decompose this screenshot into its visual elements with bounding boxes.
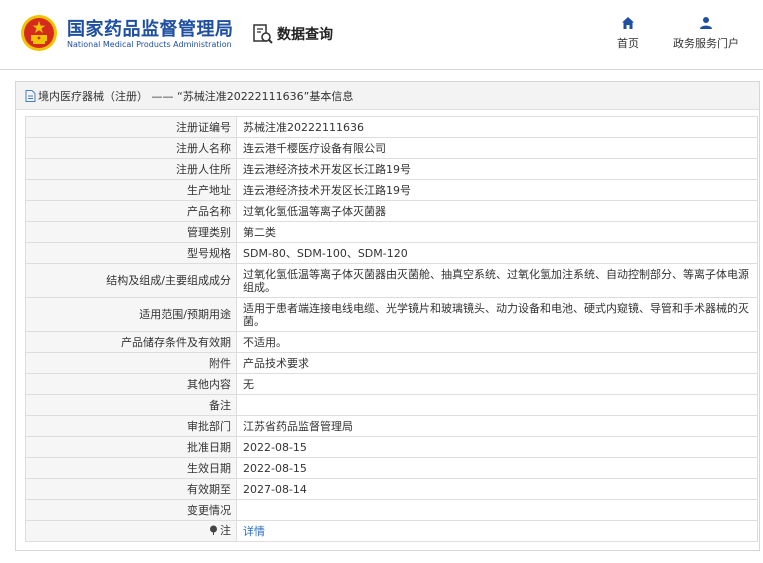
table-row: 其他内容无: [25, 373, 758, 395]
row-label: 备注: [25, 394, 237, 416]
row-label: 批准日期: [25, 436, 237, 458]
row-value: 过氧化氢低温等离子体灭菌器: [236, 200, 758, 222]
table-row: 结构及组成/主要组成成分 过氧化氢低温等离子体灭菌器由灭菌舱、抽真空系统、过氧化氢…: [25, 263, 758, 298]
row-value: SDM-80、SDM-100、SDM-120: [236, 242, 758, 264]
row-value: 连云港经济技术开发区长江路19号: [236, 158, 758, 180]
row-value: 过氧化氢低温等离子体灭菌器由灭菌舱、抽真空系统、过氧化氢加注系统、自动控制部分、…: [236, 263, 758, 298]
row-label: 产品名称: [25, 200, 237, 222]
row-label: 注册证编号: [25, 116, 237, 138]
table-row: 变更情况: [25, 499, 758, 521]
row-value: 苏械注准20222111636: [236, 116, 758, 138]
table-row: 审批部门 江苏省药品监督管理局: [25, 415, 758, 437]
nav-service-portal[interactable]: 政务服务门户: [664, 16, 748, 51]
row-value: 不适用。: [236, 331, 758, 353]
row-value: 适用于患者端连接电线电缆、光学镜片和玻璃镜头、动力设备和电池、硬式内窥镜、导管和…: [236, 297, 758, 332]
row-value: 2027-08-14: [236, 478, 758, 500]
row-value: [236, 499, 758, 521]
document-icon: [25, 89, 36, 102]
table-row: 批准日期 2022-08-15: [25, 436, 758, 458]
row-value: 连云港千樱医疗设备有限公司: [236, 137, 758, 159]
row-label: 变更情况: [25, 499, 237, 521]
user-icon: [700, 17, 712, 29]
table-row: 管理类别 第二类: [25, 221, 758, 243]
nav-home-label: 首页: [617, 37, 639, 50]
table-row: 产品储存条件及有效期 不适用。: [25, 331, 758, 353]
row-value: 连云港经济技术开发区长江路19号: [236, 179, 758, 201]
nav-service-portal-label: 政务服务门户: [673, 37, 739, 50]
row-label: 注册人住所: [25, 158, 237, 180]
table-row: 附件 产品技术要求: [25, 352, 758, 374]
row-label: 生产地址: [25, 179, 237, 201]
table-row: 型号规格 SDM-80、SDM-100、SDM-120: [25, 242, 758, 264]
row-label: 附件: [25, 352, 237, 374]
row-value: [236, 394, 758, 416]
nav-home[interactable]: 首页: [606, 16, 650, 51]
national-emblem-icon: [21, 15, 57, 51]
row-value: 无: [236, 373, 758, 395]
table-row: 生效日期 2022-08-15: [25, 457, 758, 479]
table-row: 注册证编号 苏械注准20222111636: [25, 116, 758, 138]
note-value-cell: 详情: [236, 520, 758, 542]
note-label: 注: [220, 523, 231, 537]
table-row-note: 注详情: [25, 520, 758, 542]
row-value: 2022-08-15: [236, 436, 758, 458]
panel-title-bar: 境内医疗器械（注册） —— “苏械注准20222111636”基本信息: [16, 82, 759, 110]
data-query-link[interactable]: 数据查询: [252, 22, 333, 46]
brand-subtitle: National Medical Products Administration: [67, 40, 232, 49]
row-label: 其他内容: [25, 373, 237, 395]
pin-icon: [210, 525, 217, 536]
table-row: 适用范围/预期用途 适用于患者端连接电线电缆、光学镜片和玻璃镜头、动力设备和电池、…: [25, 297, 758, 332]
header-divider: [0, 69, 763, 70]
row-label: 生效日期: [25, 457, 237, 479]
note-label-cell: 注: [25, 520, 237, 542]
row-value: 第二类: [236, 221, 758, 243]
table-row: 备注: [25, 394, 758, 416]
data-query-label: 数据查询: [277, 27, 333, 43]
detail-table: 注册证编号 苏械注准20222111636 注册人名称 连云港千樱医疗设备有限公司 注册…: [25, 116, 758, 542]
table-row: 产品名称 过氧化氢低温等离子体灭菌器: [25, 200, 758, 222]
row-value: 江苏省药品监督管理局: [236, 415, 758, 437]
detail-panel: 境内医疗器械（注册） —— “苏械注准20222111636”基本信息 注册证编…: [15, 81, 760, 551]
row-value: 2022-08-15: [236, 457, 758, 479]
row-value: 产品技术要求: [236, 352, 758, 374]
row-label: 注册人名称: [25, 137, 237, 159]
panel-title: 境内医疗器械（注册） —— “苏械注准20222111636”基本信息: [38, 89, 354, 103]
site-header: 国家药品监督管理局 National Medical Products Admi…: [0, 0, 763, 68]
table-row: 注册人名称 连云港千樱医疗设备有限公司: [25, 137, 758, 159]
details-link[interactable]: 详情: [243, 525, 265, 538]
table-row: 有效期至 2027-08-14: [25, 478, 758, 500]
table-row: 注册人住所 连云港经济技术开发区长江路19号: [25, 158, 758, 180]
row-label: 产品储存条件及有效期: [25, 331, 237, 353]
brand-title[interactable]: 国家药品监督管理局: [67, 15, 234, 41]
home-icon: [622, 17, 634, 29]
table-row: 生产地址 连云港经济技术开发区长江路19号: [25, 179, 758, 201]
row-label: 审批部门: [25, 415, 237, 437]
row-label: 型号规格: [25, 242, 237, 264]
row-label: 有效期至: [25, 478, 237, 500]
row-label: 结构及组成/主要组成成分: [25, 263, 237, 298]
document-search-icon: [253, 24, 273, 44]
row-label: 管理类别: [25, 221, 237, 243]
row-label: 适用范围/预期用途: [25, 297, 237, 332]
